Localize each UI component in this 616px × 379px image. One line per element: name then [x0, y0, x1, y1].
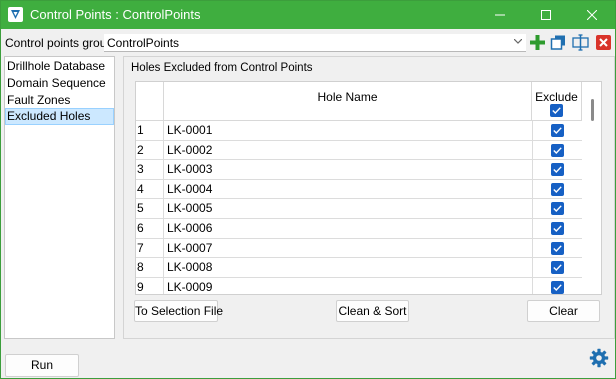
sidebar-nav: Drillhole Database Domain Sequence Fault… [4, 56, 115, 339]
checkmark-icon [553, 127, 562, 134]
row-number: 9 [136, 277, 164, 294]
checkmark-icon [553, 146, 562, 154]
excluded-holes-table: Hole Name Exclude 1 LK-0001 2 LK-0002 3 LK-00… [135, 81, 602, 295]
table-row[interactable]: 3 LK-0003 [136, 160, 582, 180]
table-corner-header[interactable] [136, 82, 164, 121]
group-select[interactable]: ControlPoints [104, 34, 526, 52]
hole-name-cell[interactable]: LK-0002 [167, 141, 212, 160]
sidebar-item-fault-zones[interactable]: Fault Zones [5, 92, 114, 109]
exclude-checkbox[interactable] [551, 222, 564, 235]
rename-icon[interactable] [572, 34, 589, 51]
checkmark-icon [553, 244, 562, 252]
chevron-down-icon [514, 39, 522, 44]
hole-name-cell[interactable]: LK-0009 [167, 278, 212, 294]
exclude-cell [532, 238, 582, 258]
section-title: Holes Excluded from Control Points [131, 62, 313, 74]
delete-icon[interactable] [595, 34, 612, 51]
exclude-checkbox[interactable] [551, 241, 564, 255]
checkmark-icon [553, 186, 562, 193]
exclude-checkbox[interactable] [551, 143, 564, 157]
exclude-cell [532, 179, 582, 199]
sidebar-item-excluded-holes[interactable]: Excluded Holes [5, 108, 114, 125]
app-logo-icon [8, 7, 23, 22]
sidebar-item-drillhole-database[interactable]: Drillhole Database [5, 58, 114, 75]
minimize-button[interactable] [477, 1, 523, 29]
hole-name-cell[interactable]: LK-0006 [167, 219, 212, 238]
maximize-button[interactable] [523, 1, 569, 29]
checkmark-icon [553, 284, 562, 291]
excluded-holes-panel: Holes Excluded from Control Points Hole … [123, 56, 615, 339]
table-row[interactable]: 4 LK-0004 [136, 179, 582, 200]
window-title: Control Points : ControlPoints [30, 7, 201, 22]
exclude-checkbox[interactable] [551, 182, 564, 196]
exclude-checkbox[interactable] [551, 124, 564, 137]
checkmark-icon [552, 107, 561, 114]
exclude-cell [532, 199, 582, 219]
table-row[interactable]: 9 LK-0009 [136, 277, 582, 294]
exclude-cell [532, 219, 582, 238]
exclude-cell [532, 258, 582, 278]
table-row[interactable]: 1 LK-0001 [136, 121, 582, 141]
add-icon[interactable] [529, 34, 546, 51]
row-number: 5 [136, 199, 164, 219]
row-number: 3 [136, 160, 164, 180]
title-bar[interactable]: Control Points : ControlPoints [1, 1, 615, 29]
exclude-all-checkbox[interactable] [550, 104, 563, 117]
scrollbar-thumb[interactable] [591, 99, 594, 121]
hole-name-cell[interactable]: LK-0001 [167, 121, 212, 140]
table-row[interactable]: 6 LK-0006 [136, 219, 582, 239]
gear-icon[interactable] [589, 348, 609, 368]
exclude-checkbox[interactable] [551, 202, 564, 216]
sidebar-item-domain-sequence[interactable]: Domain Sequence [5, 75, 114, 92]
checkmark-icon [553, 264, 562, 272]
hole-name-cell[interactable]: LK-0004 [167, 180, 212, 199]
hole-name-cell[interactable]: LK-0008 [167, 258, 212, 277]
close-button[interactable] [569, 1, 615, 29]
checkmark-icon [553, 225, 562, 232]
hole-name-cell[interactable]: LK-0005 [167, 199, 212, 218]
control-points-window: Control Points : ControlPoints Control p… [0, 0, 616, 379]
run-button[interactable]: Run [5, 354, 79, 377]
column-header-exclude-label: Exclude [535, 90, 578, 104]
clean-sort-button[interactable]: Clean & Sort [336, 300, 409, 322]
row-number: 1 [136, 121, 164, 140]
row-number: 2 [136, 140, 164, 160]
hole-name-cell[interactable]: LK-0007 [167, 239, 212, 258]
table-row[interactable]: 8 LK-0008 [136, 258, 582, 278]
exclude-checkbox[interactable] [551, 261, 564, 275]
exclude-checkbox[interactable] [551, 280, 564, 294]
to-selection-file-button[interactable]: To Selection File [134, 300, 223, 322]
table-row[interactable]: 5 LK-0005 [136, 199, 582, 219]
group-select-value: ControlPoints [107, 36, 180, 50]
table-row[interactable]: 2 LK-0002 [136, 140, 582, 161]
exclude-checkbox[interactable] [551, 163, 564, 177]
row-number: 4 [136, 179, 164, 199]
row-number: 7 [136, 238, 164, 258]
exclude-cell [532, 277, 582, 294]
column-header-exclude[interactable]: Exclude [532, 82, 582, 121]
checkmark-icon [553, 166, 562, 174]
table-row[interactable]: 7 LK-0007 [136, 238, 582, 259]
hole-name-cell[interactable]: LK-0003 [167, 160, 212, 179]
copy-icon[interactable] [550, 34, 567, 51]
exclude-cell [532, 140, 582, 160]
exclude-cell [532, 160, 582, 180]
row-number: 6 [136, 219, 164, 238]
exclude-cell [532, 121, 582, 140]
group-label: Control points group [5, 36, 114, 50]
checkmark-icon [553, 205, 562, 213]
row-number: 8 [136, 258, 164, 278]
clear-button[interactable]: Clear [527, 300, 600, 322]
column-header-hole-name[interactable]: Hole Name [164, 82, 532, 121]
